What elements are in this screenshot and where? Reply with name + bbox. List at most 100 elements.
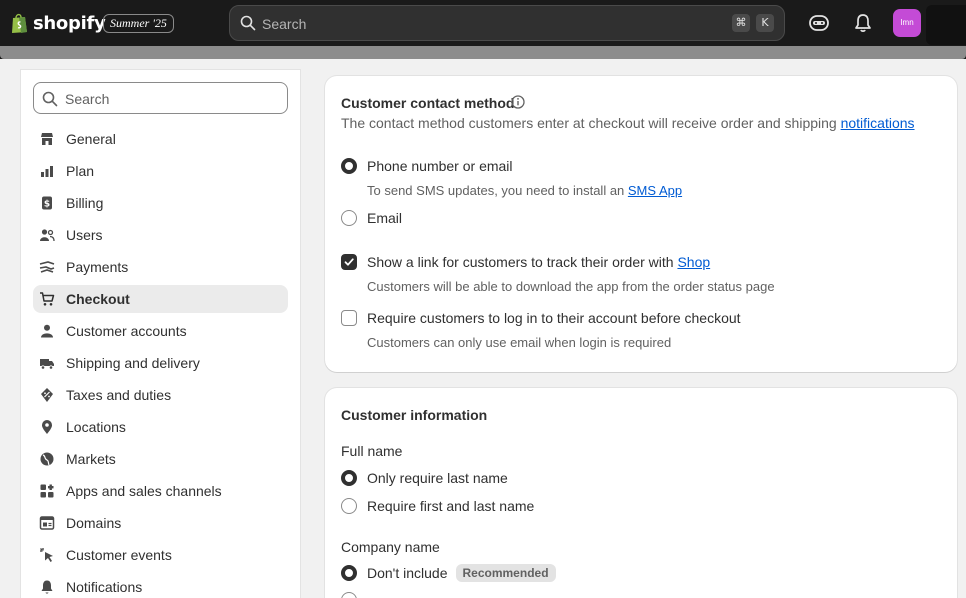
sidebar-item-billing[interactable]: $ Billing — [33, 189, 288, 217]
sidebar-item-label: Shipping and delivery — [66, 355, 200, 371]
checkbox-track-order[interactable]: Show a link for customers to track their… — [341, 254, 710, 270]
search-icon — [240, 15, 256, 31]
sidebar-item-label: General — [66, 131, 116, 147]
option-label: Only require last name — [367, 470, 508, 486]
sidebar-item-users[interactable]: Users — [33, 221, 288, 249]
radio-selected[interactable] — [341, 158, 357, 174]
sidekick-icon[interactable] — [808, 12, 830, 34]
k-key-hint: K — [756, 14, 774, 32]
truck-icon — [39, 355, 55, 371]
checkbox-require-login[interactable]: Require customers to log in to their acc… — [341, 310, 741, 326]
store-switcher[interactable] — [926, 5, 966, 45]
settings-content: General Plan $ Billing Users — [0, 59, 966, 598]
sidebar-item-markets[interactable]: Markets — [33, 445, 288, 473]
radio-email[interactable]: Email — [341, 210, 402, 226]
radio-company-dont-include[interactable]: Don't include Recommended — [341, 564, 556, 582]
sidebar-item-label: Taxes and duties — [66, 387, 172, 403]
card-title: Customer contact method — [341, 95, 515, 111]
shopify-logo[interactable]: shopify — [10, 12, 106, 34]
settings-search[interactable] — [33, 82, 288, 114]
command-key-hint: ⌘ — [732, 14, 750, 32]
sidebar-item-notifications[interactable]: Notifications — [33, 573, 288, 598]
sidebar-item-customer-events[interactable]: Customer events — [33, 541, 288, 569]
sidebar-item-domains[interactable]: Domains — [33, 509, 288, 537]
sidebar-item-label: Markets — [66, 451, 116, 467]
sidebar-item-label: Plan — [66, 163, 95, 179]
sidebar-item-label: Payments — [66, 259, 129, 275]
radio-selected[interactable] — [341, 470, 357, 486]
sidebar-item-customer-accounts[interactable]: Customer accounts — [33, 317, 288, 345]
checkbox-unchecked[interactable] — [341, 310, 357, 326]
settings-sidebar: General Plan $ Billing Users — [20, 69, 301, 598]
page-scroll-strip — [0, 46, 966, 59]
shop-link[interactable]: Shop — [677, 254, 710, 270]
sidebar-item-plan[interactable]: Plan — [33, 157, 288, 185]
billing-icon: $ — [39, 195, 55, 211]
card-title: Customer information — [341, 407, 488, 423]
user-avatar[interactable]: Imn — [893, 9, 921, 37]
customer-information-card: Customer information Full name Only requ… — [325, 388, 957, 598]
sidebar-item-label: Locations — [66, 419, 126, 435]
bell-icon[interactable] — [852, 12, 874, 34]
option-label: Don't include — [367, 565, 448, 581]
sidebar-item-label: Customer events — [66, 547, 172, 563]
sidebar-item-label: Customer accounts — [66, 323, 187, 339]
track-label-text: Show a link for customers to track their… — [367, 254, 678, 270]
cart-icon — [39, 291, 55, 307]
radio-unselected[interactable] — [341, 592, 357, 598]
sidebar-item-label: Users — [66, 227, 103, 243]
tax-icon — [39, 387, 55, 403]
edition-badge[interactable]: Summer '25 — [103, 14, 174, 33]
shopify-bag-icon — [12, 13, 27, 33]
full-name-label: Full name — [341, 443, 403, 459]
option-label: Require first and last name — [367, 498, 535, 514]
radio-first-and-last-name[interactable]: Require first and last name — [341, 498, 534, 514]
sidebar-item-locations[interactable]: Locations — [33, 413, 288, 441]
global-search-placeholder: Search — [262, 16, 307, 32]
store-icon — [39, 131, 55, 147]
apps-icon — [39, 483, 55, 499]
option-label: Require customers to log in to their acc… — [367, 310, 741, 326]
events-icon — [39, 547, 55, 563]
option-help-text: Customers can only use email when login … — [367, 335, 672, 350]
settings-search-input[interactable] — [65, 89, 275, 109]
sidebar-item-label: Apps and sales channels — [66, 483, 222, 499]
info-icon[interactable] — [511, 95, 525, 109]
notifications-link[interactable]: notifications — [841, 115, 915, 131]
globe-icon — [39, 451, 55, 467]
radio-unselected[interactable] — [341, 498, 357, 514]
brand-name: shopify — [33, 12, 106, 34]
description-text: The contact method customers enter at ch… — [341, 115, 841, 131]
person-icon — [39, 323, 55, 339]
sidebar-item-label: Notifications — [66, 579, 143, 595]
company-name-label: Company name — [341, 539, 440, 555]
radio-phone-or-email[interactable]: Phone number or email — [341, 158, 513, 174]
option-help-text: To send SMS updates, you need to install… — [367, 183, 682, 198]
radio-unselected[interactable] — [341, 210, 357, 226]
bell-icon — [39, 579, 55, 595]
search-icon — [42, 91, 58, 107]
global-search[interactable]: Search ⌘ K — [229, 5, 785, 41]
sidebar-item-checkout[interactable]: Checkout — [33, 285, 288, 313]
option-label: Phone number or email — [367, 158, 513, 174]
sidebar-item-label: Checkout — [66, 291, 130, 307]
sms-app-link[interactable]: SMS App — [628, 183, 682, 198]
sidebar-item-apps[interactable]: Apps and sales channels — [33, 477, 288, 505]
location-icon — [39, 419, 55, 435]
sidebar-item-payments[interactable]: Payments — [33, 253, 288, 281]
checkbox-checked[interactable] — [341, 254, 357, 270]
sidebar-item-taxes[interactable]: Taxes and duties — [33, 381, 288, 409]
sidebar-item-shipping[interactable]: Shipping and delivery — [33, 349, 288, 377]
option-label: Show a link for customers to track their… — [367, 254, 710, 270]
option-help-text: Customers will be able to download the a… — [367, 279, 775, 294]
radio-company-optional[interactable] — [341, 592, 367, 598]
sidebar-item-label: Domains — [66, 515, 122, 531]
radio-only-last-name[interactable]: Only require last name — [341, 470, 508, 486]
sidebar-item-general[interactable]: General — [33, 125, 288, 153]
checkmark-icon — [344, 258, 354, 266]
users-icon — [39, 227, 55, 243]
payments-icon — [39, 259, 55, 275]
card-description: The contact method customers enter at ch… — [341, 115, 915, 131]
radio-selected[interactable] — [341, 565, 357, 581]
help-text: To send SMS updates, you need to install… — [367, 183, 628, 198]
